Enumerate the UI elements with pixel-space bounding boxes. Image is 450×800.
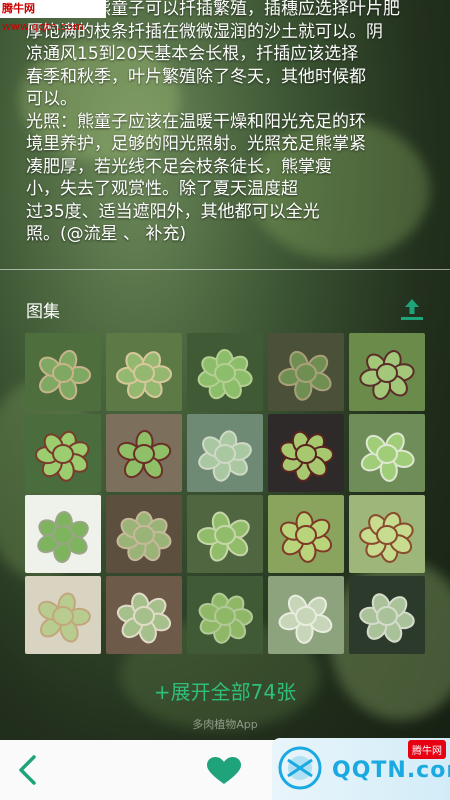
gallery-thumbnail[interactable] <box>268 576 344 654</box>
article-line: 过35度、适当遮阳外，其他都可以全光 <box>26 201 320 222</box>
gallery-thumbnail[interactable] <box>349 576 425 654</box>
succulent-photo <box>106 495 182 573</box>
succulent-photo <box>25 333 101 411</box>
succulent-photo <box>106 414 182 492</box>
gallery-thumbnail[interactable] <box>349 333 425 411</box>
gallery-thumbnail[interactable] <box>268 414 344 492</box>
succulent-photo <box>187 495 263 573</box>
succulent-photo <box>349 414 425 492</box>
chevron-left-icon[interactable] <box>16 754 38 786</box>
succulent-photo <box>187 576 263 654</box>
gallery-thumbnail[interactable] <box>268 333 344 411</box>
article-line: 小，失去了观赏性。除了夏天温度超 <box>26 179 298 199</box>
succulent-photo <box>25 576 101 654</box>
article-line: 厚饱满的枝条扦插在微微湿润的沙土就可以。阴 <box>26 21 383 42</box>
gallery-thumbnail[interactable] <box>106 576 182 654</box>
succulent-photo <box>187 333 263 411</box>
expand-all-button[interactable]: +展开全部74张 <box>0 676 450 705</box>
succulent-photo <box>349 333 425 411</box>
gallery-thumbnail[interactable] <box>187 495 263 573</box>
gallery-thumbnail[interactable] <box>25 495 101 573</box>
article-line: 光照：熊童子应该在温暖干燥和阳光充足的环 <box>26 111 366 132</box>
succulent-photo <box>268 414 344 492</box>
top-watermark: 腾牛网 www.qqtn.com <box>0 0 106 33</box>
gallery-thumbnail[interactable] <box>187 576 263 654</box>
succulent-photo <box>268 333 344 411</box>
gallery-thumbnail[interactable] <box>349 414 425 492</box>
succulent-photo <box>268 495 344 573</box>
succulent-photo <box>187 414 263 492</box>
photo-grid <box>25 333 425 654</box>
succulent-photo <box>349 576 425 654</box>
gallery-thumbnail[interactable] <box>106 495 182 573</box>
article-line: 春季和秋季，叶片繁殖除了冬天，其他时候都 <box>26 66 366 87</box>
succulent-photo <box>25 495 101 573</box>
gallery-thumbnail[interactable] <box>187 414 263 492</box>
article-line: 可以。 <box>26 89 77 109</box>
article-line: 凑肥厚，若光线不足会枝条徒长，熊掌瘦 <box>26 156 332 177</box>
divider <box>0 269 450 270</box>
gallery-thumbnail[interactable] <box>106 333 182 411</box>
gallery-thumbnail[interactable] <box>25 414 101 492</box>
upload-icon[interactable] <box>399 297 425 321</box>
bottom-watermark: QQTN.com 腾牛网 <box>272 738 450 800</box>
qqtn-logo-icon <box>278 746 322 790</box>
article-line: 凉通风15到20天基本会长根，扦插应该选择 <box>26 44 359 64</box>
succulent-photo <box>106 576 182 654</box>
succulent-photo <box>349 495 425 573</box>
gallery-thumbnail[interactable] <box>25 576 101 654</box>
gallery-thumbnail[interactable] <box>349 495 425 573</box>
gallery-thumbnail[interactable] <box>187 333 263 411</box>
gallery-thumbnail[interactable] <box>106 414 182 492</box>
article-line: 照。(@流星 、 补充) <box>26 224 187 244</box>
article-text: …繁殖：熊童子可以扦插繁殖，插穗应选择叶片肥 厚饱满的枝条扦插在微微湿润的沙土就可… <box>26 0 436 246</box>
gallery-thumbnail[interactable] <box>25 333 101 411</box>
succulent-photo <box>25 414 101 492</box>
article-line: 境里养护，足够的阳光照射。光照充足熊掌紧 <box>26 134 366 154</box>
heart-icon[interactable] <box>206 757 242 785</box>
gallery-thumbnail[interactable] <box>268 495 344 573</box>
app-watermark: 多肉植物App <box>192 718 258 731</box>
succulent-photo <box>106 333 182 411</box>
gallery-title: 图集 <box>26 302 60 322</box>
succulent-photo <box>268 576 344 654</box>
